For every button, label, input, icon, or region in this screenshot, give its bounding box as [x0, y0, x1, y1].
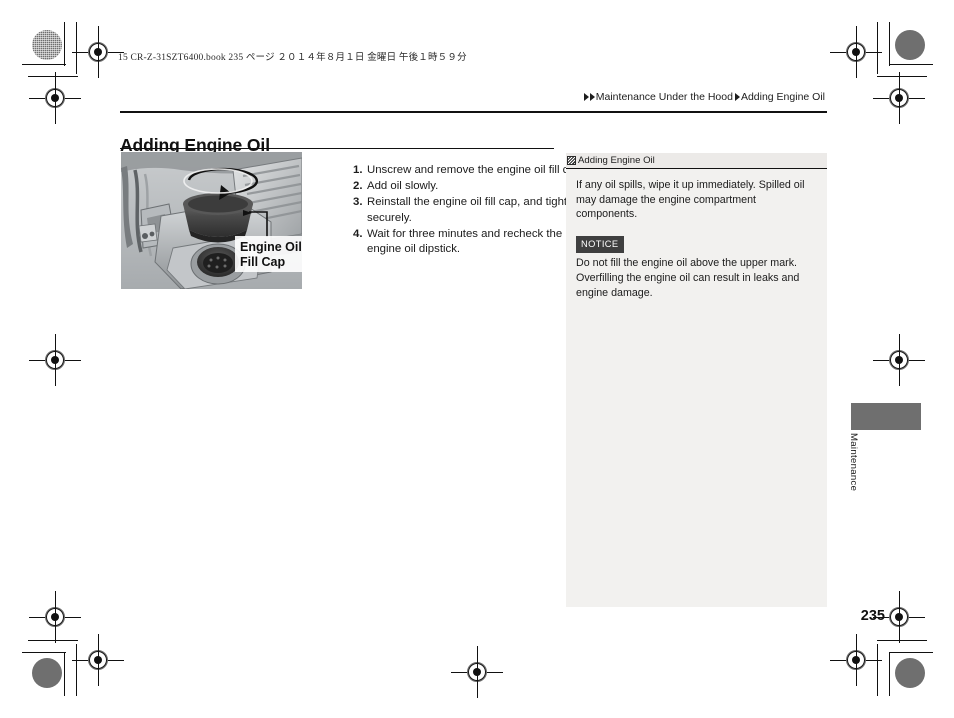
breadcrumb-section: Maintenance Under the Hood — [595, 91, 733, 103]
step-number: 2. — [353, 180, 363, 193]
section-tab-block — [851, 403, 921, 430]
step-text: Reinstall the engine oil fill cap, and t… — [367, 196, 589, 224]
registration-target-bottom-right-upper — [873, 591, 925, 643]
breadcrumb-topic: Adding Engine Oil — [740, 91, 825, 103]
crop-mark-bl-v1 — [64, 652, 66, 696]
registration-target-top-left — [72, 26, 124, 78]
registration-dot-top-right — [895, 30, 925, 60]
registration-target-bottom-right — [830, 634, 882, 686]
crop-mark-br-v1 — [889, 652, 891, 696]
crop-mark-br-v2 — [877, 644, 879, 696]
notice-text: Do not fill the engine oil above the upp… — [576, 257, 800, 299]
instruction-steps-list: 1. Unscrew and remove the engine oil fil… — [313, 163, 595, 257]
crop-mark-bl-h1 — [22, 652, 66, 654]
step-number: 3. — [353, 196, 363, 209]
list-item: 1. Unscrew and remove the engine oil fil… — [353, 163, 595, 178]
side-note-header: Adding Engine Oil — [566, 153, 827, 169]
side-note-panel: Adding Engine Oil If any oil spills, wip… — [566, 153, 827, 607]
crop-mark-bl-v2 — [76, 644, 78, 696]
registration-dot-bottom-left — [32, 658, 62, 688]
figure-caption-line2: Fill Cap — [240, 255, 286, 269]
registration-target-top-left-lower — [29, 72, 81, 124]
registration-dot-top-left — [32, 30, 62, 60]
chevron-right-icon-2 — [589, 93, 595, 101]
side-note-paragraph: If any oil spills, wipe it up immediatel… — [576, 179, 805, 221]
step-text: Add oil slowly. — [367, 180, 439, 193]
list-item: 2. Add oil slowly. — [353, 179, 595, 194]
chevron-right-icon-1 — [583, 93, 589, 101]
registration-target-mid-right — [873, 334, 925, 386]
registration-target-top-right-lower — [873, 72, 925, 124]
list-item: 3. Reinstall the engine oil fill cap, an… — [353, 195, 595, 226]
title-underline — [120, 148, 554, 149]
section-tab-label: Maintenance — [848, 433, 859, 492]
chevron-right-icon-3 — [734, 93, 740, 101]
side-note-heading: Adding Engine Oil — [578, 155, 655, 166]
crop-mark-bl-h2 — [28, 640, 78, 642]
header-divider — [120, 111, 827, 113]
engine-oil-fill-cap-figure: Engine Oil Fill Cap — [121, 152, 302, 289]
registration-dot-bottom-right — [895, 658, 925, 688]
crop-mark-tl-v1 — [64, 22, 66, 66]
crop-mark-tl-v2 — [76, 22, 78, 74]
crop-mark-tr-h2 — [877, 76, 927, 78]
crop-mark-br-h1 — [889, 652, 933, 654]
step-text: Unscrew and remove the engine oil fill c… — [367, 164, 585, 177]
step-text: Wait for three minutes and recheck the e… — [367, 227, 563, 255]
registration-target-mid-left — [29, 334, 81, 386]
step-number: 4. — [353, 227, 363, 240]
list-item: 4. Wait for three minutes and recheck th… — [353, 227, 595, 258]
crop-mark-tl-h1 — [22, 64, 66, 66]
engine-bay-illustration: Engine Oil Fill Cap — [121, 152, 302, 289]
crop-mark-tl-h2 — [28, 76, 78, 78]
step-number: 1. — [353, 164, 363, 177]
crop-mark-tr-v2 — [877, 22, 879, 74]
side-note-body: If any oil spills, wipe it up immediatel… — [566, 169, 827, 607]
crop-mark-tr-v1 — [889, 22, 891, 66]
registration-target-bottom-left — [72, 634, 124, 686]
registration-target-bottom-center — [451, 646, 503, 698]
print-file-stamp: 15 CR-Z-31SZT6400.book 235 ページ ２０１４年８月１日… — [118, 53, 467, 63]
crop-mark-tr-h1 — [889, 64, 933, 66]
page-number: 235 — [860, 608, 885, 624]
note-marker-icon — [567, 156, 576, 165]
breadcrumb: Maintenance Under the Hood Adding Engine… — [583, 91, 827, 103]
crop-mark-br-h2 — [877, 640, 927, 642]
notice-badge: NOTICE — [576, 235, 624, 254]
registration-target-bottom-left-upper — [29, 591, 81, 643]
registration-target-top-right — [830, 26, 882, 78]
figure-caption-line1: Engine Oil — [240, 240, 302, 254]
